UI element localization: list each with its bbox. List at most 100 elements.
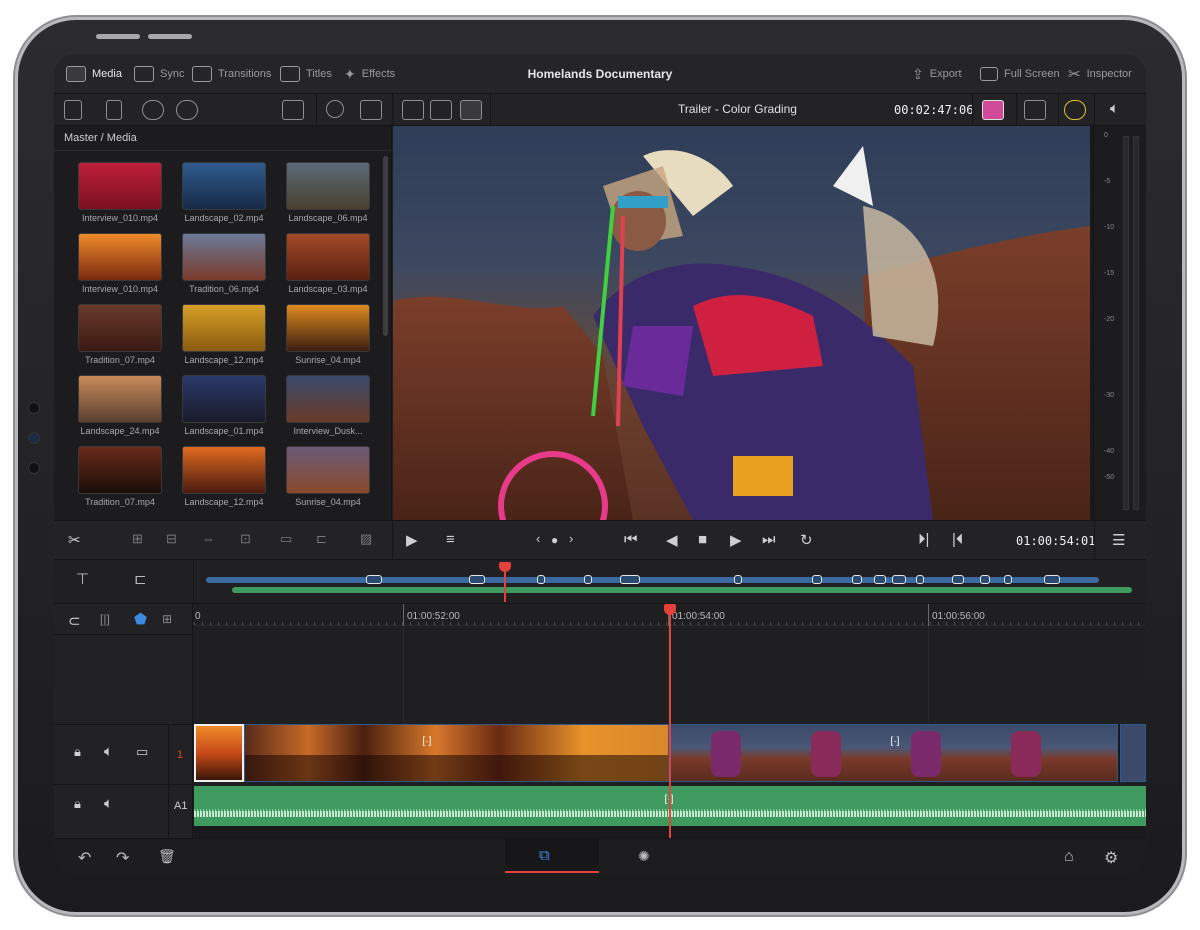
media-clip-thumbnail[interactable]: Sunrise_04.mp4 — [276, 446, 380, 507]
sliders-icon[interactable]: ≡ — [446, 531, 455, 548]
timeline-clip-next[interactable] — [1120, 724, 1146, 782]
transition-marker[interactable]: [·] — [418, 736, 436, 752]
timeline[interactable]: 0 01:00:52:00 01:00:54:00 01:00:56:00 [·… — [194, 604, 1146, 838]
clip-filename: Interview_010.mp4 — [81, 284, 159, 294]
export-button[interactable]: ⇪ Export — [912, 64, 962, 84]
fit-to-fill-icon[interactable]: ⊡ — [240, 531, 251, 547]
undo-icon[interactable]: ↶ — [78, 848, 91, 868]
marker-icon[interactable]: ⬟ — [134, 610, 147, 628]
media-clip-thumbnail[interactable]: Interview_010.mp4 — [68, 162, 172, 223]
transition-marker[interactable]: [·] — [886, 736, 904, 752]
timeline-clip-sunrise[interactable] — [194, 724, 244, 782]
settings-gear-icon[interactable]: ⚙ — [1104, 848, 1118, 868]
audio-volume-icon[interactable]: 🔈︎ — [1110, 100, 1119, 117]
front-camera — [28, 432, 40, 444]
media-pool-scrollbar[interactable] — [383, 156, 388, 336]
overview-playhead[interactable] — [499, 562, 511, 602]
video-lock-icon[interactable]: 🔒︎ — [74, 744, 81, 760]
previous-edit-icon[interactable]: |⏴ — [952, 531, 963, 548]
media-clip-thumbnail[interactable]: Landscape_12.mp4 — [172, 446, 276, 507]
jog-dot-icon[interactable]: ● — [551, 533, 558, 547]
inspector-button[interactable]: ✂ Inspector — [1068, 64, 1132, 84]
media-pool: Master / Media Interview_010.mp4 Landscap… — [54, 126, 392, 520]
clip-preview-image — [286, 233, 370, 281]
media-clip-thumbnail[interactable]: Landscape_03.mp4 — [276, 233, 380, 294]
grid-view-icon[interactable] — [282, 100, 304, 120]
replace-clip-icon[interactable]: ⇔ — [202, 531, 215, 546]
transform-icon[interactable] — [1024, 100, 1046, 120]
audio-lock-icon[interactable]: 🔒︎ — [74, 796, 81, 812]
timeline-clip-landscape[interactable] — [244, 724, 669, 782]
inspector-icon: ✂ — [1068, 66, 1081, 83]
trash-icon[interactable]: 🗑︎ — [158, 848, 176, 865]
jog-right-icon[interactable]: › — [569, 531, 573, 546]
import-icon[interactable] — [106, 100, 122, 120]
go-to-start-icon[interactable]: ⏮ — [624, 531, 638, 548]
media-clip-thumbnail[interactable]: Tradition_06.mp4 — [172, 233, 276, 294]
camera-icon[interactable] — [982, 100, 1004, 120]
scissors-icon[interactable]: ✂ — [68, 531, 81, 549]
timeline-overview[interactable]: ⊤ ⊏ — [54, 560, 1146, 604]
play-reverse-icon[interactable]: ◀ — [666, 531, 678, 549]
timeline-playhead[interactable] — [664, 604, 676, 838]
timeline-clip-dancer[interactable] — [670, 724, 1118, 782]
relink-icon[interactable] — [142, 100, 164, 120]
overwrite-clip-icon[interactable]: ⊟ — [166, 531, 177, 547]
media-clip-thumbnail[interactable]: Sunrise_04.mp4 — [276, 304, 380, 365]
media-clip-thumbnail[interactable]: Landscape_01.mp4 — [172, 375, 276, 436]
home-icon[interactable]: ⌂ — [1064, 848, 1074, 866]
clip-play-icon[interactable]: ▶ — [406, 531, 418, 549]
timeline-viewer-icon[interactable] — [460, 100, 482, 120]
full-screen-button[interactable]: Full Screen — [980, 64, 1060, 84]
media-clip-thumbnail[interactable]: Landscape_02.mp4 — [172, 162, 276, 223]
sidebar-toggle-icon[interactable] — [64, 100, 82, 120]
insert-clip-icon[interactable]: ⊞ — [132, 531, 143, 547]
unlink-icon[interactable] — [176, 100, 198, 120]
clip-preview-image — [78, 446, 162, 494]
clip-viewer-icon[interactable] — [402, 100, 424, 120]
viewer[interactable] — [393, 126, 1093, 520]
track-options-icon[interactable]: ⊏ — [134, 570, 147, 588]
volume-button — [96, 34, 140, 39]
clip-filename: Landscape_12.mp4 — [184, 355, 264, 365]
media-clip-thumbnail[interactable]: Landscape_12.mp4 — [172, 304, 276, 365]
timeline-name[interactable]: Trailer - Color Grading — [678, 102, 797, 116]
loop-icon[interactable]: ↻ — [800, 531, 813, 549]
stop-icon[interactable]: ■ — [698, 531, 707, 548]
search-icon[interactable] — [326, 100, 344, 118]
video-audio-icon[interactable]: 🔈︎ — [104, 743, 113, 760]
breadcrumb[interactable]: Master / Media — [64, 132, 137, 144]
cut-page-tab[interactable]: ⧉ — [505, 839, 599, 873]
go-to-end-icon[interactable]: ⏭ — [762, 531, 776, 548]
top-bar: Media Sync Transitions Titles ✦ Effects … — [54, 54, 1146, 94]
menu-icon[interactable]: ☰ — [1112, 531, 1125, 549]
track-height-icon[interactable]: ⊤ — [76, 570, 89, 588]
add-track-icon[interactable]: ⊞ — [162, 612, 172, 626]
media-clip-thumbnail[interactable]: Landscape_06.mp4 — [276, 162, 380, 223]
ripple-overwrite-icon[interactable]: ▨ — [360, 531, 372, 547]
next-edit-icon[interactable]: ⏵| — [918, 531, 929, 548]
place-on-top-icon[interactable]: ▭ — [280, 531, 292, 547]
append-icon[interactable]: ⊏ — [316, 531, 327, 547]
audio-mute-icon[interactable]: 🔈︎ — [104, 795, 113, 812]
color-page-icon[interactable]: ✺ — [638, 848, 650, 865]
sort-icon[interactable] — [360, 100, 382, 120]
meter-db-label: -15 — [1104, 270, 1115, 277]
play-icon[interactable]: ▶ — [730, 531, 742, 549]
snap-icon[interactable]: ⊂ — [68, 612, 81, 630]
ruler-label: 01:00:54:00 — [672, 611, 725, 622]
media-clip-thumbnail[interactable]: Interview_010.mp4 — [68, 233, 172, 294]
media-clip-thumbnail[interactable]: Tradition_07.mp4 — [68, 304, 172, 365]
ruler-label: 0 — [195, 611, 201, 622]
jog-left-icon[interactable]: ‹ — [536, 531, 540, 546]
audio-trim-icon[interactable]: [|] — [100, 612, 110, 626]
playback-timecode: 01:00:54:01 — [1016, 534, 1096, 548]
video-monitor-icon[interactable]: ▭ — [136, 744, 148, 760]
media-clip-thumbnail[interactable]: Landscape_24.mp4 — [68, 375, 172, 436]
media-clip-thumbnail[interactable]: Tradition_07.mp4 — [68, 446, 172, 507]
color-wheel-icon[interactable] — [1064, 100, 1086, 120]
media-clip-thumbnail[interactable]: Interview_Dusk... — [276, 375, 380, 436]
source-tape-icon[interactable] — [430, 100, 452, 120]
clip-preview-image — [286, 375, 370, 423]
redo-icon[interactable]: ↷ — [116, 848, 129, 868]
